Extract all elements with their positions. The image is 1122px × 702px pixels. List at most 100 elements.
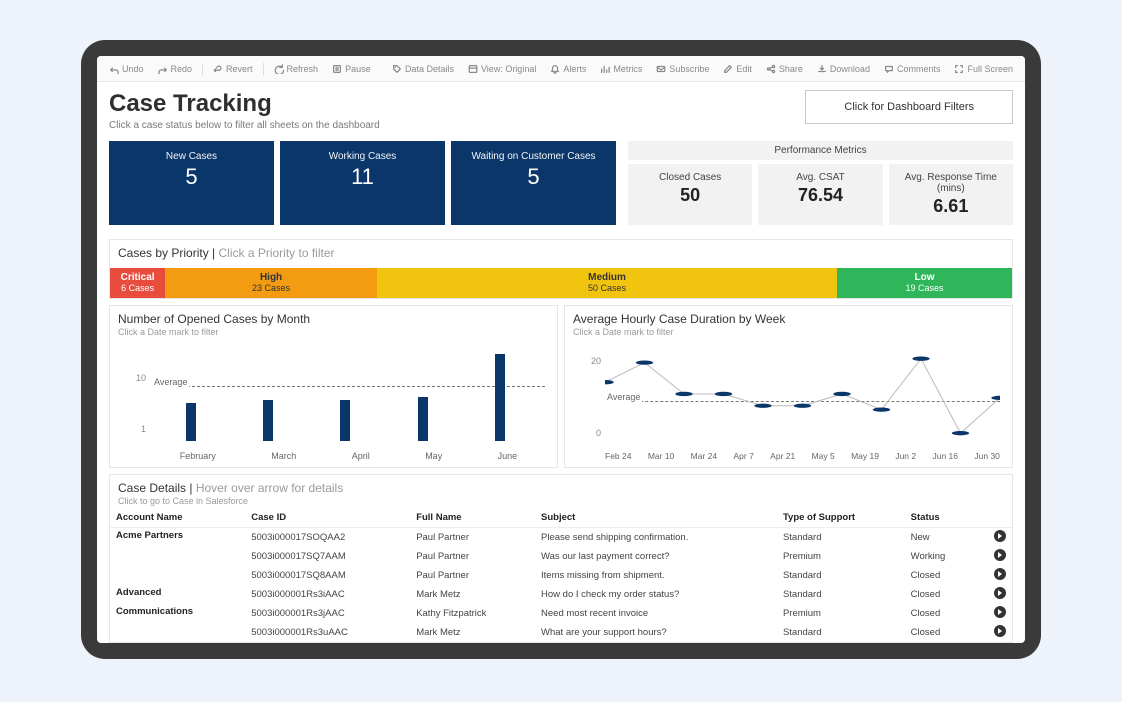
status-card-label: New Cases xyxy=(113,151,270,162)
dashboard-filters-button[interactable]: Click for Dashboard Filters xyxy=(805,90,1013,124)
status-card-new-cases[interactable]: New Cases5 xyxy=(109,141,274,225)
toolbar-label: Comments xyxy=(897,64,941,74)
performance-metrics-title: Performance Metrics xyxy=(628,141,1013,160)
opened-by-month-panel: Number of Opened Cases by Month Click a … xyxy=(109,305,558,468)
col-case-id[interactable]: Case ID xyxy=(245,508,410,528)
line-point[interactable] xyxy=(675,392,692,396)
x-tick: May 5 xyxy=(812,451,835,461)
bar-february[interactable] xyxy=(186,403,196,441)
cell-subject: What are your support hours? xyxy=(535,623,777,642)
toolbar-refresh[interactable]: Refresh xyxy=(270,62,323,76)
line-point[interactable] xyxy=(833,392,850,396)
bar-may[interactable] xyxy=(418,397,428,441)
status-card-working-cases[interactable]: Working Cases 11 xyxy=(280,141,445,225)
line-point[interactable] xyxy=(873,407,890,411)
metric-label: Avg. CSAT xyxy=(762,172,878,183)
priority-segment-high[interactable]: High23 Cases xyxy=(165,268,377,298)
metric-label: Closed Cases xyxy=(632,172,748,183)
toolbar-label: Share xyxy=(779,64,803,74)
toolbar-pause[interactable]: Pause xyxy=(328,62,375,76)
line-point[interactable] xyxy=(715,392,732,396)
y-tick: 20 xyxy=(591,356,601,366)
metric-label: Avg. Response Time (mins) xyxy=(893,172,1009,194)
cases-by-priority-panel: Cases by Priority | Click a Priority to … xyxy=(109,239,1013,299)
line-point[interactable] xyxy=(636,360,653,364)
cell-full-name: Mark Metz xyxy=(410,623,535,642)
x-tick: June xyxy=(498,451,518,461)
arrow-icon[interactable] xyxy=(994,568,1006,580)
duration-by-week-chart[interactable]: 200 Average Feb 24Mar 10Mar 24Apr 7Apr 2… xyxy=(573,343,1004,463)
status-card-label: Working Cases xyxy=(284,151,441,162)
y-tick: 0 xyxy=(596,428,601,438)
case-details-table: Account NameCase IDFull NameSubjectType … xyxy=(110,508,1012,642)
toolbar-revert[interactable]: Revert xyxy=(209,62,257,76)
priority-segment-low[interactable]: Low19 Cases xyxy=(837,268,1012,298)
priority-segment-critical[interactable]: Critical6 Cases xyxy=(110,268,165,298)
toolbar-label: Subscribe xyxy=(669,64,709,74)
toolbar-label: Data Details xyxy=(405,64,454,74)
table-row[interactable]: Communications 5003i000001Rs3jAAC Kathy … xyxy=(110,604,1012,623)
col-type-of-support[interactable]: Type of Support xyxy=(777,508,905,528)
priority-segment-medium[interactable]: Medium50 Cases xyxy=(377,268,837,298)
arrow-icon[interactable] xyxy=(994,625,1006,637)
toolbar-download[interactable]: Download xyxy=(813,62,874,76)
toolbar-redo[interactable]: Redo xyxy=(154,62,197,76)
cell-case-id: 5003i000017SOQAA2 xyxy=(245,528,410,548)
toolbar-share[interactable]: Share xyxy=(762,62,807,76)
status-card-value: 11 xyxy=(284,164,441,190)
toolbar-comments[interactable]: Comments xyxy=(880,62,945,76)
toolbar-label: Revert xyxy=(226,64,253,74)
bar-march[interactable] xyxy=(263,400,273,441)
line-point[interactable] xyxy=(754,404,771,408)
toolbar-data-details[interactable]: Data Details xyxy=(388,62,458,76)
arrow-icon[interactable] xyxy=(994,587,1006,599)
status-card-value: 5 xyxy=(455,164,612,190)
status-card-waiting-on-customer-cases[interactable]: Waiting on Customer Cases 5 xyxy=(451,141,616,225)
priority-count: 50 Cases xyxy=(377,283,837,293)
performance-metrics-block: Performance Metrics Closed Cases50Avg. C… xyxy=(628,141,1013,225)
toolbar-metrics[interactable]: Metrics xyxy=(596,62,646,76)
cell-type: Standard xyxy=(777,528,905,548)
table-row[interactable]: 5003i000017SQ8AAM Paul Partner Items mis… xyxy=(110,566,1012,585)
x-tick: May 19 xyxy=(851,451,879,461)
toolbar-undo[interactable]: Undo xyxy=(105,62,148,76)
toolbar-subscribe[interactable]: Subscribe xyxy=(652,62,713,76)
toolbar-label: Full Screen xyxy=(967,64,1013,74)
bar-april[interactable] xyxy=(340,400,350,441)
table-row[interactable]: 5003i000017SQ7AAM Paul Partner Was our l… xyxy=(110,547,1012,566)
toolbar-label: Undo xyxy=(122,64,144,74)
line-point[interactable] xyxy=(991,396,1000,400)
arrow-icon[interactable] xyxy=(994,549,1006,561)
duration-title: Average Hourly Case Duration by Week xyxy=(573,312,1004,326)
col-action[interactable] xyxy=(976,508,1012,528)
col-account-name[interactable]: Account Name xyxy=(110,508,245,528)
table-row[interactable]: Advanced 5003i000001Rs3iAAC Mark Metz Ho… xyxy=(110,585,1012,604)
line-point[interactable] xyxy=(794,404,811,408)
arrow-icon[interactable] xyxy=(994,606,1006,618)
toolbar-view-original[interactable]: View: Original xyxy=(464,62,540,76)
opened-by-month-chart[interactable]: 101 Average FebruaryMarchAprilMayJune xyxy=(118,343,549,463)
x-tick: April xyxy=(352,451,370,461)
arrow-icon[interactable] xyxy=(994,530,1006,542)
x-tick: Jun 30 xyxy=(974,451,1000,461)
table-row[interactable]: Acme Partners 5003i000017SOQAA2 Paul Par… xyxy=(110,528,1012,548)
priority-count: 6 Cases xyxy=(110,283,165,293)
cell-account xyxy=(110,623,245,642)
table-row[interactable]: 5003i000001Rs3uAAC Mark Metz What are yo… xyxy=(110,623,1012,642)
line-point[interactable] xyxy=(952,431,969,435)
bar-june[interactable] xyxy=(495,354,505,441)
toolbar-alerts[interactable]: Alerts xyxy=(546,62,590,76)
toolbar-full-screen[interactable]: Full Screen xyxy=(950,62,1017,76)
col-status[interactable]: Status xyxy=(905,508,976,528)
cell-account: Acme Partners xyxy=(110,528,245,548)
line-point[interactable] xyxy=(912,357,929,361)
x-tick: February xyxy=(180,451,216,461)
cell-case-id: 5003i000001Rs3iAAC xyxy=(245,585,410,604)
line-point[interactable] xyxy=(605,380,614,384)
cell-full-name: Paul Partner xyxy=(410,528,535,548)
priority-title: Cases by Priority xyxy=(118,246,209,260)
col-subject[interactable]: Subject xyxy=(535,508,777,528)
status-card-label: Waiting on Customer Cases xyxy=(455,151,612,162)
toolbar-edit[interactable]: Edit xyxy=(719,62,756,76)
col-full-name[interactable]: Full Name xyxy=(410,508,535,528)
